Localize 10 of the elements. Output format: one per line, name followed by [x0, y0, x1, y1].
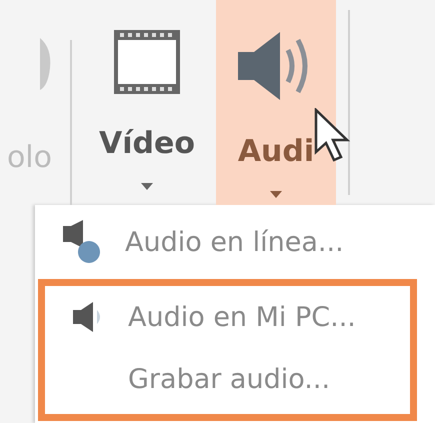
video-button[interactable]: Vídeo [88, 0, 206, 205]
menu-item[interactable]: Grabar audio... [45, 348, 410, 410]
menu-item[interactable]: Audio en Mi PC... [45, 286, 410, 348]
caret-icon [270, 191, 282, 199]
pointer-icon [314, 108, 350, 162]
caret-icon [141, 183, 153, 191]
ribbon-button[interactable]: olo [0, 0, 70, 205]
speaker-globe-icon [61, 220, 103, 264]
menu-item[interactable]: Audio en línea... [35, 209, 435, 275]
film-icon [112, 28, 182, 96]
